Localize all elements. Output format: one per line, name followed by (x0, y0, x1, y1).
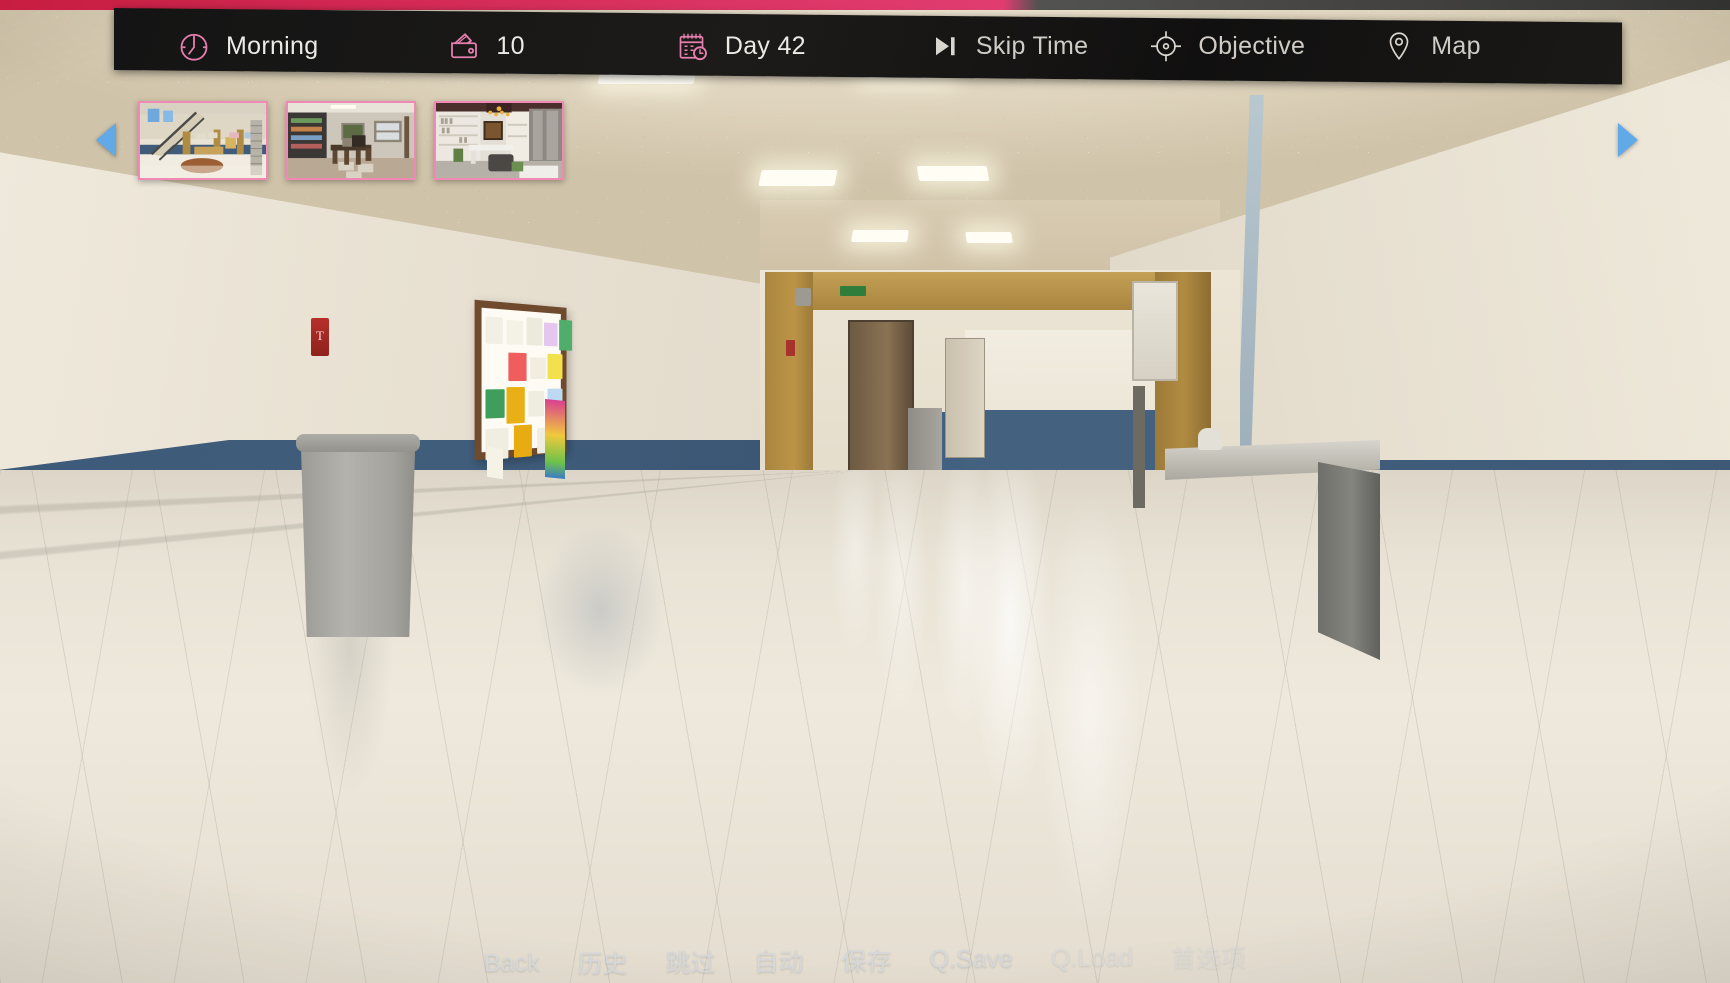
bulletin-poster (545, 398, 565, 480)
bulletin-note (513, 424, 532, 458)
floor-perspective-lines (0, 470, 1730, 983)
trash-can-lid (296, 434, 420, 452)
bulletin-note (530, 357, 546, 380)
game-screen: Morning 10 (0, 0, 1730, 983)
skip-time-label: Skip Time (975, 31, 1089, 60)
skip-time-button[interactable]: Skip Time (926, 28, 1088, 64)
gallery-track (138, 100, 564, 180)
bulletin-note (526, 317, 543, 346)
skip-forward-icon (926, 28, 962, 64)
bulletin-note (559, 319, 573, 351)
bulletin-note (508, 352, 527, 382)
school-atrium-thumbnail[interactable] (138, 100, 268, 180)
bulletin-note (485, 316, 503, 345)
bulletin-note (506, 319, 523, 345)
preferences-button[interactable]: 首选项 (1171, 939, 1246, 976)
calendar-clock-icon (675, 28, 711, 64)
location-gallery (86, 92, 1646, 188)
location-pin-icon (1381, 28, 1417, 64)
hallway-door-secondary (945, 338, 985, 458)
quick-save-button[interactable]: Q.Save (930, 944, 1013, 974)
map-label: Map (1431, 31, 1481, 60)
gallery-next-arrow[interactable] (1618, 123, 1638, 157)
water-fountain-spout (1198, 428, 1222, 450)
time-of-day-indicator: Morning (176, 28, 318, 64)
water-fountain-body (1318, 462, 1380, 660)
hallway-door (848, 320, 914, 490)
wallet-icon (446, 28, 482, 64)
day-indicator: Day 42 (675, 28, 806, 64)
back-button[interactable]: Back (484, 948, 540, 977)
dining-room-thumbnail[interactable] (286, 100, 416, 180)
ceiling-light (965, 232, 1013, 243)
time-of-day-label: Morning (226, 31, 319, 60)
objective-label: Objective (1198, 31, 1306, 60)
exit-sign (840, 286, 866, 296)
fire-extinguisher-box (786, 340, 795, 356)
study-office-thumbnail[interactable] (434, 100, 564, 180)
map-button[interactable]: Map (1381, 28, 1481, 64)
far-room-wainscot (965, 410, 1160, 472)
money-indicator: 10 (446, 28, 525, 64)
bulletin-note (485, 389, 505, 419)
crosshair-icon (1148, 28, 1184, 64)
clock-icon (176, 28, 212, 64)
bulletin-note (528, 390, 545, 417)
day-label: Day 42 (724, 31, 806, 60)
history-button[interactable]: 历史 (578, 944, 628, 980)
skip-button[interactable]: 跳过 (666, 943, 716, 979)
bulletin-note (506, 386, 525, 424)
trash-can (300, 437, 416, 637)
money-label: 10 (496, 31, 525, 60)
auto-button[interactable]: 自动 (754, 943, 804, 979)
gallery-prev-arrow[interactable] (96, 123, 116, 157)
wall-strip (1133, 386, 1145, 508)
bulletin-note (547, 353, 563, 380)
speaker (795, 288, 811, 306)
objective-button[interactable]: Objective (1148, 28, 1305, 64)
fire-alarm (311, 318, 329, 356)
bulletin-hanging-paper (487, 446, 503, 480)
wall-notice-panel (1132, 281, 1178, 381)
ceiling-light (851, 230, 909, 242)
bulletin-note (544, 322, 558, 347)
quick-load-button[interactable]: Q.Load (1051, 943, 1133, 973)
save-button[interactable]: 保存 (842, 942, 892, 978)
